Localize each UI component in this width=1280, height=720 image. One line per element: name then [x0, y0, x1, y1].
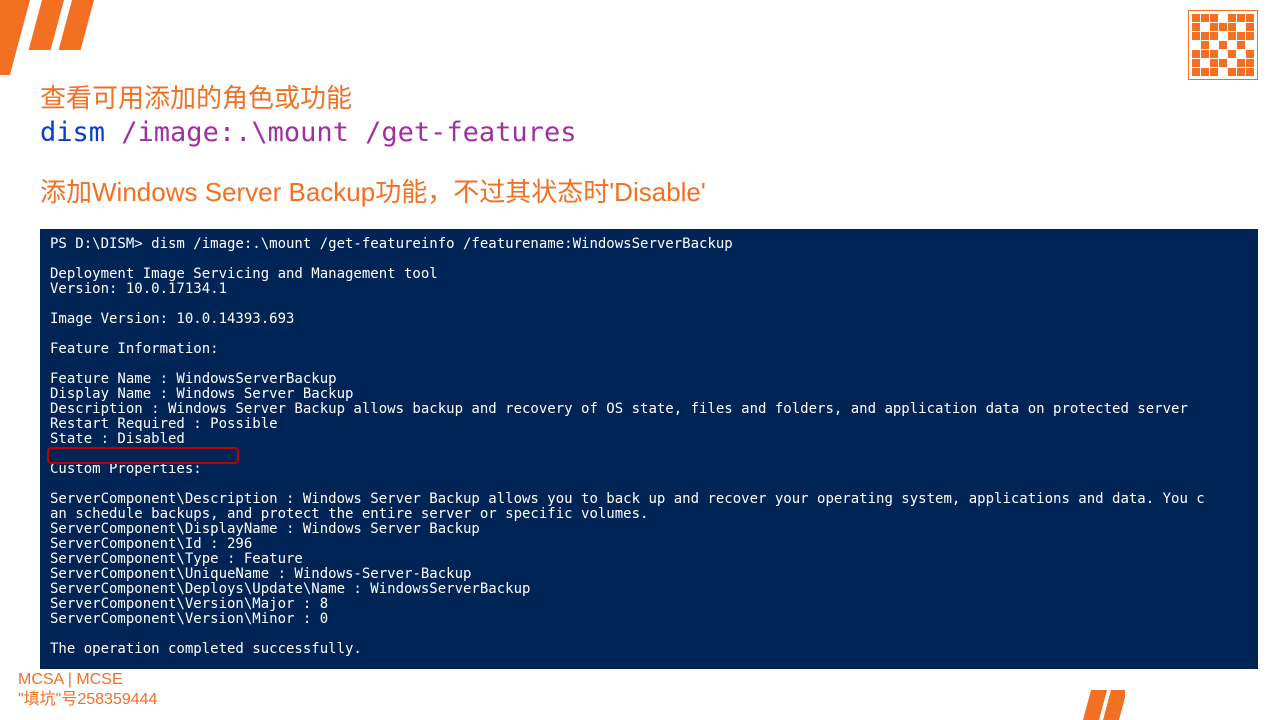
terminal-sc-unique: ServerComponent\UniqueName : Windows-Ser…: [50, 566, 471, 582]
terminal-feature-name: Feature Name : WindowsServerBackup: [50, 371, 337, 387]
terminal-sc-type: ServerComponent\Type : Feature: [50, 551, 303, 567]
footer-group-line: "填坑"号258359444: [18, 690, 157, 710]
terminal-description: Description : Windows Server Backup allo…: [50, 401, 1188, 417]
command-example: dism /image:.\mount /get-features: [40, 117, 1258, 148]
cmd-image-arg: /image:.\mount: [105, 117, 349, 148]
footer: MCSA | MCSE "填坑"号258359444: [18, 670, 157, 710]
terminal-tool-name: Deployment Image Servicing and Managemen…: [50, 266, 438, 282]
terminal-sc-major: ServerComponent\Version\Major : 8: [50, 596, 328, 612]
terminal-restart: Restart Required : Possible: [50, 416, 278, 432]
terminal-tool-version: Version: 10.0.17134.1: [50, 281, 227, 297]
main-content: 查看可用添加的角色或功能 dism /image:.\mount /get-fe…: [40, 78, 1258, 669]
footer-cert-line: MCSA | MCSE: [18, 670, 157, 690]
orange-bar-icon: [1103, 690, 1125, 720]
terminal-image-version: Image Version: 10.0.14393.693: [50, 311, 294, 327]
terminal-success: The operation completed successfully.: [50, 641, 362, 657]
cmd-flag: /get-features: [349, 117, 577, 148]
terminal-sc-deploys: ServerComponent\Deploys\Update\Name : Wi…: [50, 581, 530, 597]
terminal-state: State : Disabled: [50, 431, 185, 447]
terminal-custom-props: Custom Properties:: [50, 461, 202, 477]
cmd-dism: dism: [40, 117, 105, 148]
heading-view-roles: 查看可用添加的角色或功能: [40, 78, 1258, 115]
bottom-orange-decoration: [1083, 684, 1125, 720]
orange-bar-icon: [0, 0, 30, 75]
terminal-sc-display: ServerComponent\DisplayName : Windows Se…: [50, 521, 480, 537]
terminal-sc-desc: ServerComponent\Description : Windows Se…: [50, 491, 1205, 522]
terminal-sc-minor: ServerComponent\Version\Minor : 0: [50, 611, 328, 627]
terminal-sc-id: ServerComponent\Id : 296: [50, 536, 252, 552]
qr-code-icon: [1188, 10, 1258, 80]
heading-add-backup: 添加Windows Server Backup功能，不过其状态时'Disable…: [40, 172, 1258, 209]
orange-bar-icon: [59, 0, 94, 50]
powershell-terminal: PS D:\DISM> dism /image:.\mount /get-fea…: [40, 229, 1258, 669]
orange-bar-icon: [29, 0, 64, 50]
top-orange-decoration: [0, 0, 110, 75]
terminal-prompt-line: PS D:\DISM> dism /image:.\mount /get-fea…: [50, 236, 733, 252]
terminal-display-name: Display Name : Windows Server Backup: [50, 386, 353, 402]
terminal-feature-info-header: Feature Information:: [50, 341, 219, 357]
